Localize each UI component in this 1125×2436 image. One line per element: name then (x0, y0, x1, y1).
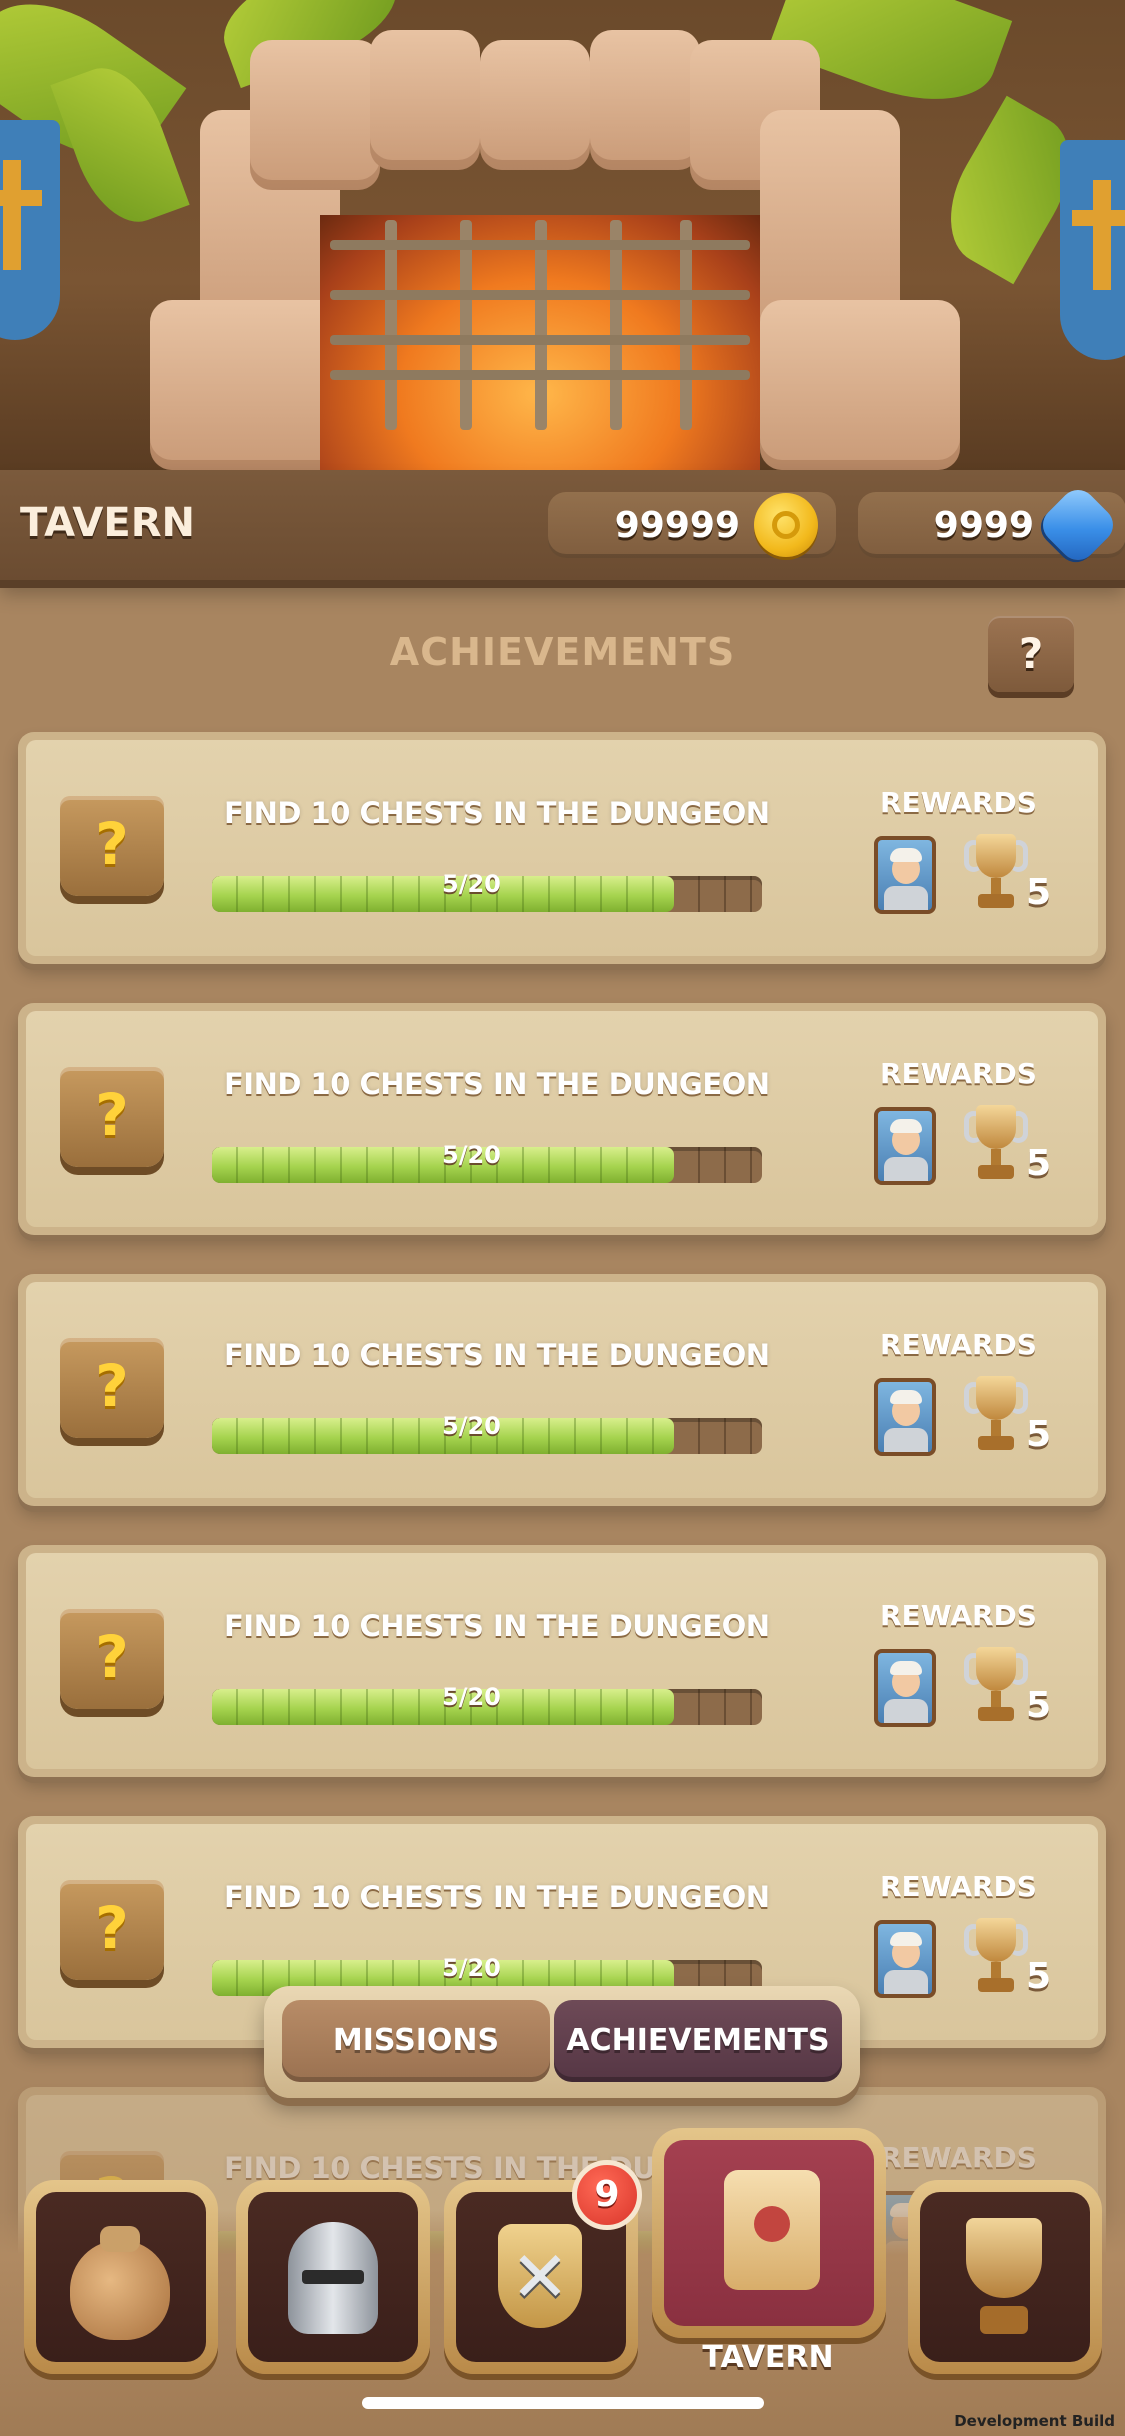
hero-portrait-icon (874, 836, 936, 914)
nav-active-label: TAVERN (702, 2340, 834, 2375)
mystery-chest-icon: ? (60, 1067, 164, 1167)
reward-count: 5 (1026, 872, 1052, 913)
notification-badge: 9 (572, 2160, 642, 2230)
achievement-title: FIND 10 CHESTS IN THE DUNGEON (224, 1067, 770, 1101)
achievement-card-body: ? FIND 10 CHESTS IN THE DUNGEON 5/20 REW… (26, 1011, 1098, 1227)
achievement-card[interactable]: ? FIND 10 CHESTS IN THE DUNGEON 5/20 REW… (18, 732, 1106, 964)
coin-balance[interactable]: 99999 (548, 492, 836, 558)
reward-count: 5 (1026, 1143, 1052, 1184)
gold-coin-icon (754, 493, 818, 557)
reward-trophy-icon (964, 1647, 1028, 1729)
achievement-title: FIND 10 CHESTS IN THE DUNGEON (224, 1609, 770, 1643)
home-indicator (362, 2397, 764, 2409)
progress-text: 5/20 (442, 870, 501, 898)
tab-achievements[interactable]: ACHIEVEMENTS (554, 2000, 842, 2082)
hero-portrait-icon (874, 1649, 936, 1727)
progress-text: 5/20 (442, 1412, 501, 1440)
build-label: Development Build (954, 2412, 1115, 2430)
loot-bag-icon (70, 2226, 170, 2340)
reward-trophy-icon (964, 834, 1028, 916)
tab-missions[interactable]: MISSIONS (282, 2000, 550, 2082)
progress-text: 5/20 (442, 1141, 501, 1169)
coin-amount: 99999 (614, 504, 740, 546)
nav-item-tavern[interactable] (652, 2128, 886, 2338)
reward-count: 5 (1026, 1685, 1052, 1726)
achievement-card-body: ? FIND 10 CHESTS IN THE DUNGEON 5/20 REW… (26, 1282, 1098, 1498)
mystery-chest-icon: ? (60, 1338, 164, 1438)
crossed-swords-shield-icon (498, 2224, 582, 2328)
mystery-chest-icon: ? (60, 1880, 164, 1980)
reward-trophy-icon (964, 1918, 1028, 2000)
blue-banner-left (0, 120, 60, 340)
achievement-card[interactable]: ? FIND 10 CHESTS IN THE DUNGEON 5/20 REW… (18, 1274, 1106, 1506)
page-title: TAVERN (20, 500, 195, 546)
reward-trophy-icon (964, 1376, 1028, 1458)
nav-item-shop[interactable] (24, 2180, 218, 2374)
knight-helmet-icon (288, 2222, 378, 2334)
hero-portrait-icon (874, 1378, 936, 1456)
mystery-chest-icon: ? (60, 796, 164, 896)
progress-text: 5/20 (442, 1683, 501, 1711)
rewards-label: REWARDS (880, 786, 1037, 819)
reward-count: 5 (1026, 1414, 1052, 1455)
reward-trophy-icon (964, 1105, 1028, 1187)
rewards-label: REWARDS (880, 1057, 1037, 1090)
gem-amount: 9999 (933, 504, 1034, 546)
section-title: ACHIEVEMENTS (389, 630, 736, 674)
rewards-label: REWARDS (880, 1599, 1037, 1632)
gem-balance[interactable]: 9999 (858, 482, 1125, 568)
reward-count: 5 (1026, 1956, 1052, 1997)
nav-item-heroes[interactable] (236, 2180, 430, 2374)
achievement-card-body: ? FIND 10 CHESTS IN THE DUNGEON 5/20 REW… (26, 1553, 1098, 1769)
achievement-card-body: ? FIND 10 CHESTS IN THE DUNGEON 5/20 REW… (26, 740, 1098, 956)
missions-achievements-toggle: MISSIONS ACHIEVEMENTS (264, 1986, 860, 2098)
achievement-title: FIND 10 CHESTS IN THE DUNGEON (224, 796, 770, 830)
rewards-label: REWARDS (880, 1870, 1037, 1903)
hero-portrait-icon (874, 1107, 936, 1185)
achievement-card[interactable]: ? FIND 10 CHESTS IN THE DUNGEON 5/20 REW… (18, 1545, 1106, 1777)
help-button[interactable]: ? (988, 616, 1074, 692)
rewards-label: REWARDS (880, 1328, 1037, 1361)
blue-gem-icon (1035, 482, 1121, 568)
blue-banner-right (1060, 140, 1125, 360)
achievement-card[interactable]: ? FIND 10 CHESTS IN THE DUNGEON 5/20 REW… (18, 1003, 1106, 1235)
trophy-icon (966, 2218, 1042, 2334)
progress-text: 5/20 (442, 1954, 501, 1982)
top-bar: TAVERN 99999 9999 (0, 470, 1125, 580)
nav-item-trophies[interactable] (908, 2180, 1102, 2374)
achievement-title: FIND 10 CHESTS IN THE DUNGEON (224, 1338, 770, 1372)
achievement-title: FIND 10 CHESTS IN THE DUNGEON (224, 1880, 770, 1914)
hero-portrait-icon (874, 1920, 936, 1998)
tavern-scene-illustration (0, 0, 1125, 470)
rewards-label: REWARDS (880, 2141, 1037, 2174)
mystery-chest-icon: ? (60, 1609, 164, 1709)
scroll-icon (724, 2170, 820, 2290)
